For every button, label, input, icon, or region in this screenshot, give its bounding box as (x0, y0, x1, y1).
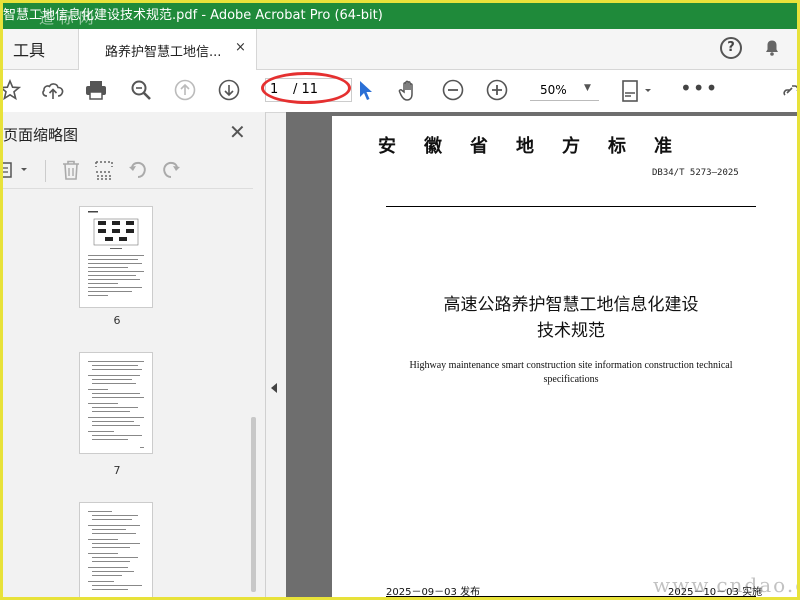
tab-document[interactable]: 路养护智慧工地信... × (78, 29, 257, 70)
thumbnails-panel: 页面缩略图 ✕ 6 7 (3, 112, 266, 597)
thumbnail-page[interactable] (79, 206, 153, 308)
tab-bar: 工具 路养护智慧工地信... × ? (3, 29, 797, 70)
collapse-panel-icon[interactable] (267, 363, 281, 413)
panel-title: 页面缩略图 (3, 126, 79, 144)
panel-divider (45, 160, 46, 182)
doc-header: 安徽省地方标准 (378, 136, 700, 157)
select-cursor-icon[interactable] (357, 79, 375, 101)
top-divider (386, 206, 756, 207)
zoom-search-icon[interactable] (129, 79, 153, 101)
panel-scrollbar[interactable] (251, 417, 256, 592)
watermark-bottom: www.cndao.com (653, 573, 797, 597)
tab-document-label: 路养护智慧工地信... (105, 45, 222, 60)
thumbnail-page[interactable] (79, 502, 153, 597)
print-icon[interactable] (84, 79, 108, 101)
main-toolbar: 1 / 11 50% ▼ ••• (3, 70, 797, 113)
thumbnail-options-icon[interactable] (3, 160, 33, 180)
tab-tools[interactable]: 工具 (13, 37, 45, 61)
rotate-left-icon[interactable] (127, 159, 149, 181)
page-down-icon[interactable] (217, 79, 241, 101)
bell-icon[interactable] (762, 37, 782, 57)
zoom-out-icon[interactable] (441, 79, 465, 101)
watermark-top: 道 标 网 (39, 9, 94, 27)
app-window: 智慧工地信息化建设技术规范.pdf - Adobe Acrobat Pro (6… (0, 0, 800, 600)
page-up-icon[interactable] (173, 79, 197, 101)
trash-icon[interactable] (60, 159, 82, 181)
thumbnail-page[interactable] (79, 352, 153, 454)
extract-page-icon[interactable] (93, 159, 115, 181)
doc-english-title: Highway maintenance smart construction s… (409, 360, 733, 385)
link-icon[interactable] (783, 79, 797, 101)
doc-standard-code: DB34/T 5273—2025 (652, 168, 739, 178)
panel-close-button[interactable]: ✕ (229, 120, 246, 144)
star-icon[interactable] (3, 79, 21, 101)
title-bar: 智慧工地信息化建设技术规范.pdf - Adobe Acrobat Pro (6… (3, 3, 797, 29)
tab-close-button[interactable]: × (235, 40, 246, 55)
rotate-right-icon[interactable] (160, 159, 182, 181)
cloud-upload-icon[interactable] (40, 79, 66, 101)
fit-page-icon[interactable] (619, 79, 655, 105)
thumbnail-list: 6 7 (3, 202, 253, 597)
doc-title-line1: 高速公路养护智慧工地信息化建设 (443, 295, 699, 315)
panel-toolbar (3, 152, 253, 189)
document-page: 安徽省地方标准 DB34/T 5273—2025 高速公路养护智慧工地信息化建设… (332, 116, 797, 597)
hand-tool-icon[interactable] (397, 79, 421, 103)
more-icon[interactable]: ••• (680, 76, 718, 100)
thumbnail-label: 6 (113, 314, 121, 327)
thumbnail-label: 7 (113, 464, 121, 477)
help-icon[interactable]: ? (720, 37, 742, 59)
highlight-annotation (261, 72, 351, 104)
document-viewer[interactable]: 安徽省地方标准 DB34/T 5273—2025 高速公路养护智慧工地信息化建设… (286, 112, 797, 597)
zoom-value: 50% (540, 83, 567, 97)
zoom-in-icon[interactable] (485, 79, 509, 101)
chevron-down-icon: ▼ (584, 83, 591, 93)
zoom-dropdown[interactable]: 50% ▼ (530, 78, 599, 101)
doc-title-line2: 技术规范 (537, 321, 605, 341)
